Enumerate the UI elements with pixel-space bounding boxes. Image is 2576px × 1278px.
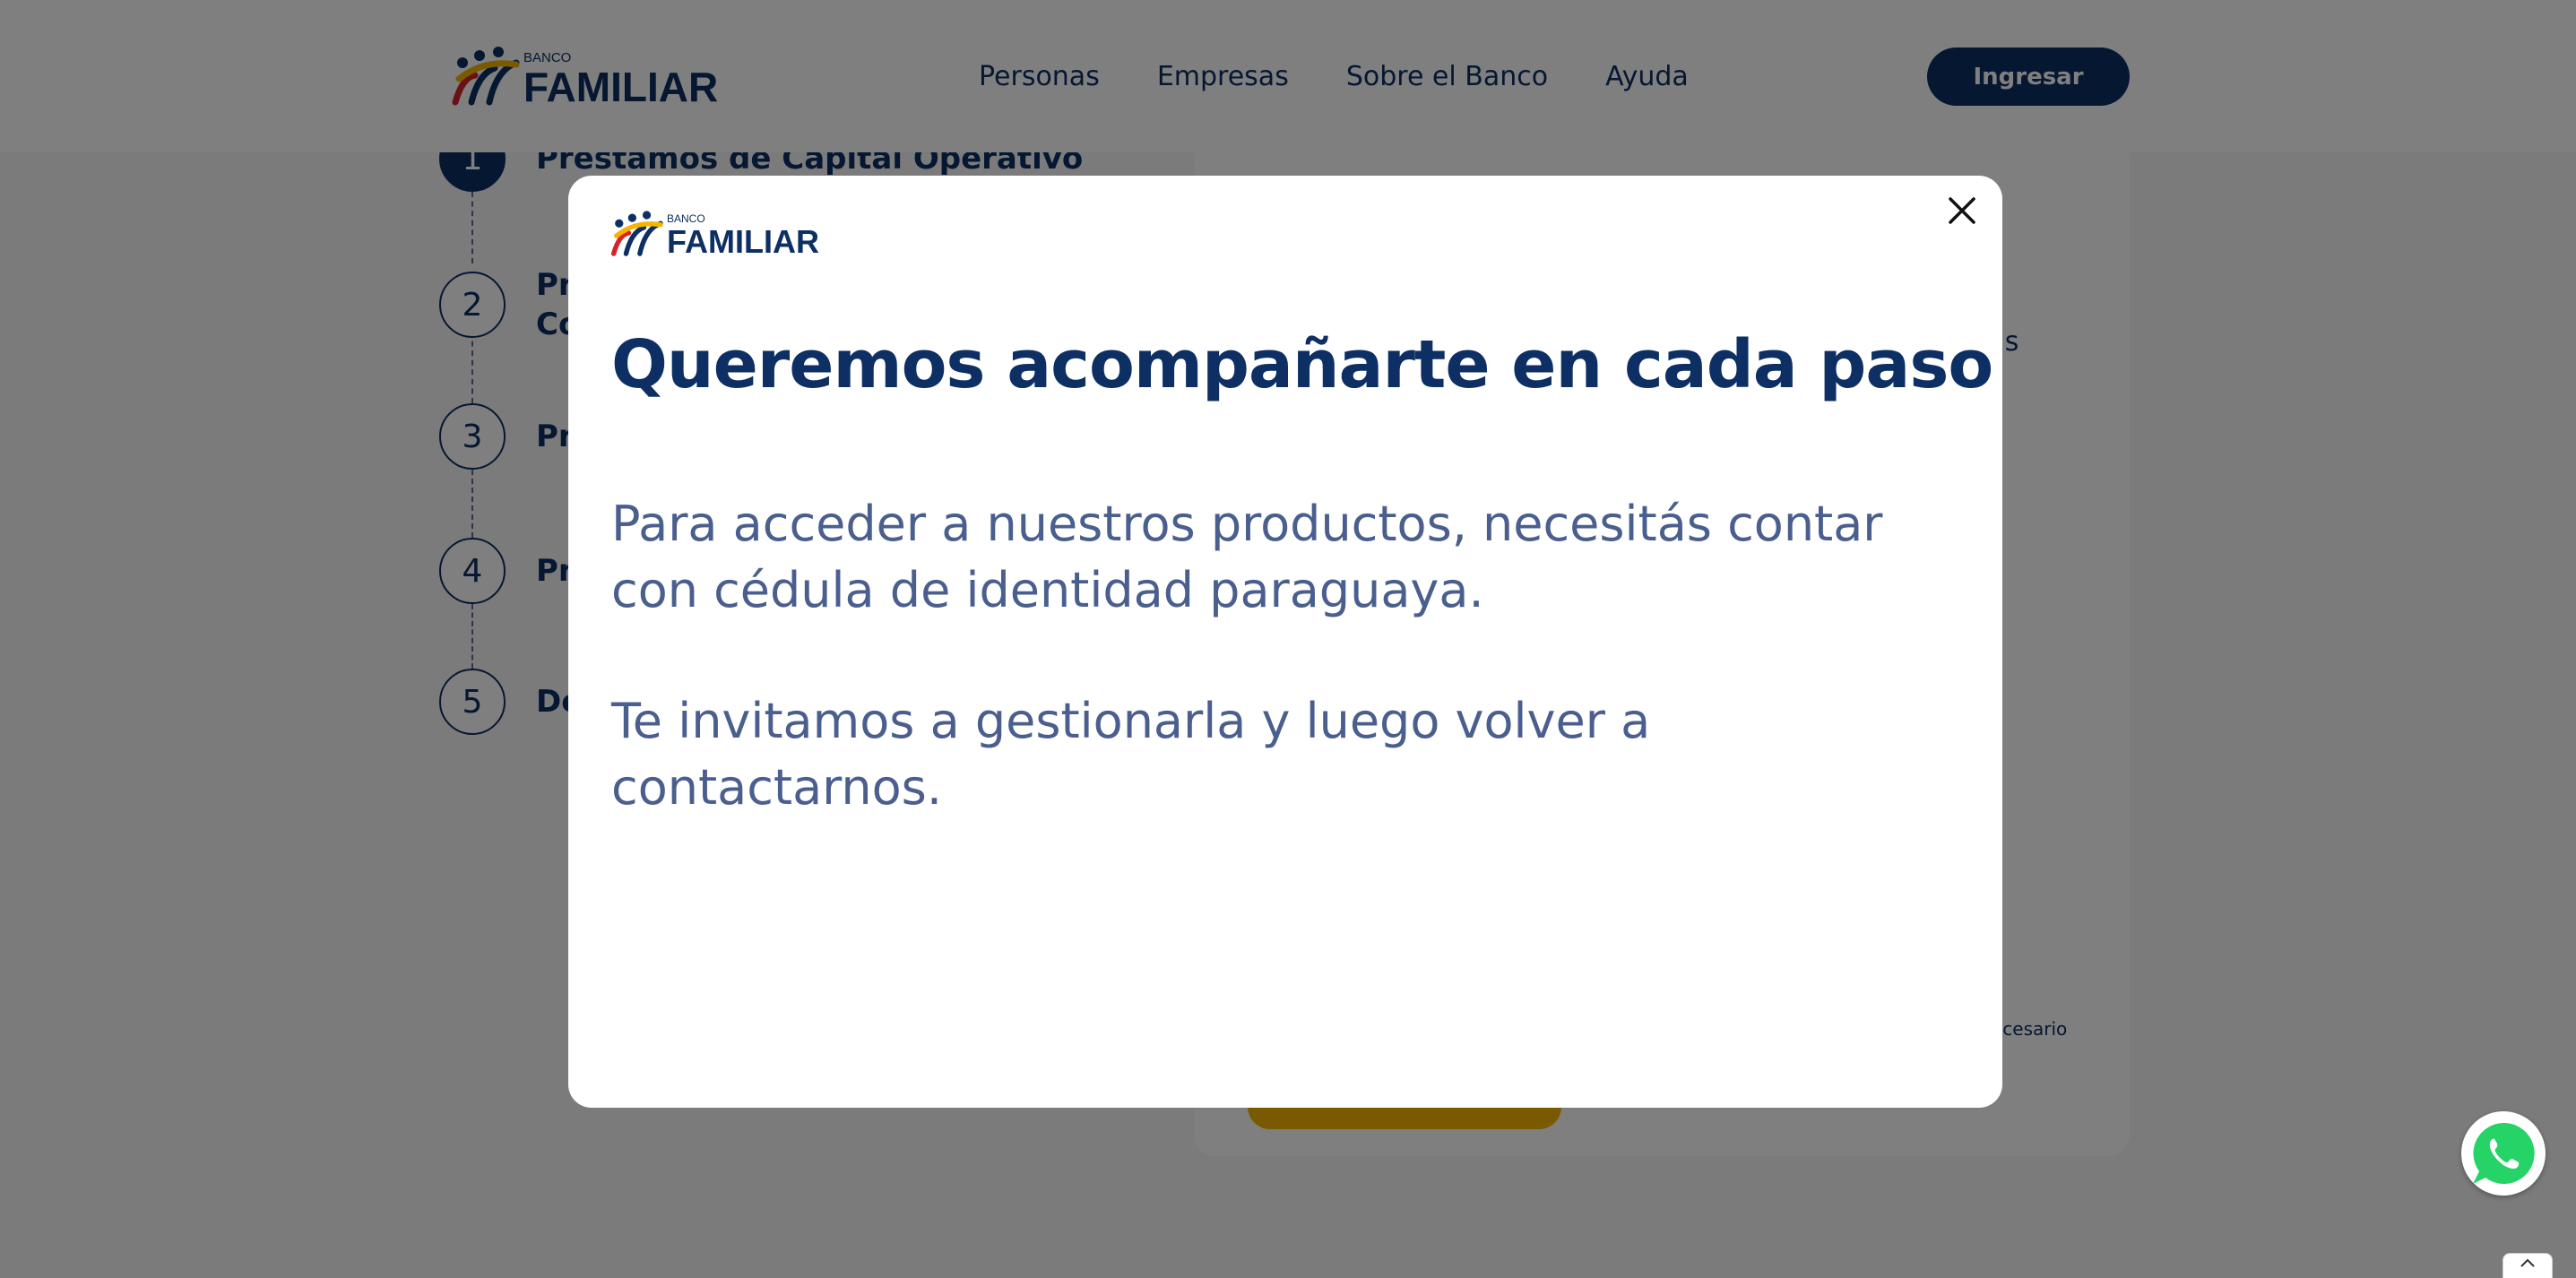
chevron-up-icon <box>2520 1258 2535 1267</box>
brand-wordmark: BANCO FAMILIAR <box>667 213 819 258</box>
whatsapp-button[interactable] <box>2461 1111 2546 1196</box>
modal-title: Queremos acompañarte en cada paso <box>611 326 1993 403</box>
close-button[interactable] <box>1940 188 1984 233</box>
modal-paragraph-1: Para acceder a nuestros productos, neces… <box>611 496 1883 618</box>
scroll-to-top-button[interactable] <box>2503 1253 2553 1278</box>
modal-paragraph-2: Te invitamos a gestionarla y luego volve… <box>611 693 1651 816</box>
modal-logo: BANCO FAMILIAR <box>609 208 819 258</box>
id-requirement-modal: BANCO FAMILIAR Queremos acompañarte en c… <box>568 176 2002 1108</box>
whatsapp-icon <box>2473 1122 2535 1184</box>
brand-name: FAMILIAR <box>667 223 819 260</box>
brand-logo-icon <box>610 211 663 256</box>
close-icon <box>1949 197 1975 224</box>
